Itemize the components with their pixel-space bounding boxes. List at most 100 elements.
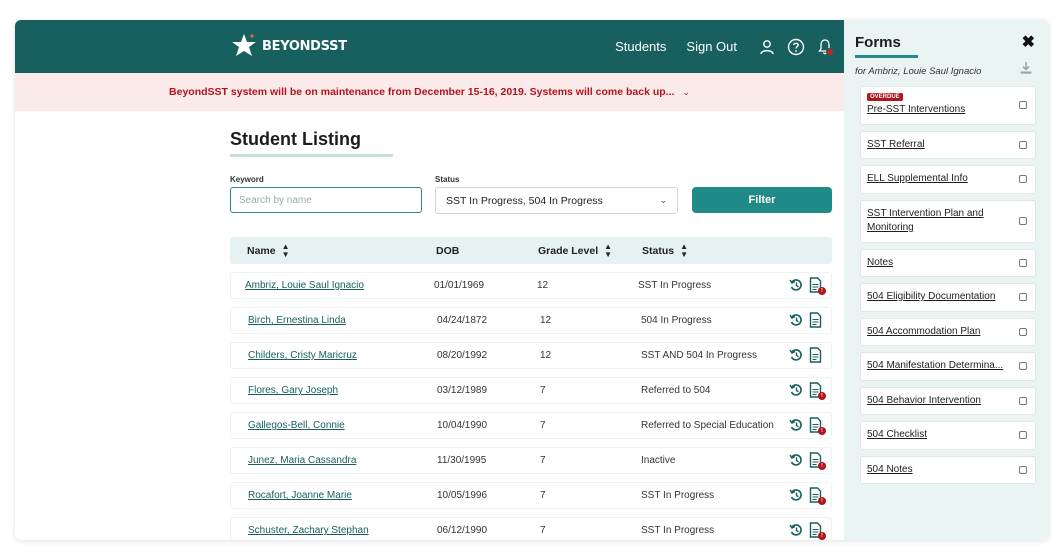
bell-icon[interactable] — [815, 37, 835, 57]
form-item[interactable]: SST Referral — [860, 130, 1036, 159]
status-cell: Inactive — [641, 455, 676, 466]
column-header-grade[interactable]: Grade Level ▲ ▼ — [538, 237, 612, 264]
table-row: Gallegos-Bell, Connie 10/04/1990 7 Referred… — [230, 412, 832, 439]
row-actions: ! — [789, 382, 826, 400]
sort-icon[interactable]: ▲ ▼ — [680, 242, 688, 259]
document-icon[interactable]: ! — [809, 487, 826, 505]
grade-cell: 12 — [537, 280, 549, 291]
sort-icon[interactable]: ▲ ▼ — [604, 242, 612, 259]
document-alert-badge: ! — [818, 462, 826, 470]
history-icon[interactable] — [789, 347, 803, 363]
grade-cell: 12 — [540, 315, 552, 326]
document-icon[interactable]: ! — [809, 277, 826, 295]
student-name-link[interactable]: Junez, Maria Cassandra — [248, 455, 356, 466]
history-icon[interactable] — [789, 487, 803, 503]
form-item[interactable]: 504 Manifestation Determina... — [860, 352, 1036, 381]
form-item[interactable]: ELL Supplemental Info — [860, 165, 1036, 194]
form-item[interactable]: 504 Notes — [860, 455, 1036, 484]
user-icon[interactable] — [757, 37, 777, 57]
form-checkbox[interactable] — [1019, 396, 1027, 405]
document-icon[interactable] — [809, 347, 823, 363]
status-select[interactable]: SST In Progress, 504 In Progress ⌄ — [435, 187, 678, 214]
form-link[interactable]: SST Intervention Plan and Monitoring — [867, 207, 1011, 236]
form-link[interactable]: Notes — [867, 256, 1011, 271]
form-link[interactable]: 504 Eligibility Documentation — [867, 290, 1011, 305]
grade-cell: 7 — [540, 385, 546, 396]
history-icon[interactable] — [789, 312, 803, 328]
history-icon[interactable] — [789, 522, 803, 538]
form-checkbox[interactable] — [1019, 431, 1027, 440]
document-icon[interactable]: ! — [809, 417, 826, 435]
student-name-link[interactable]: Gallegos-Bell, Connie — [248, 420, 345, 431]
grade-cell: 7 — [540, 525, 546, 536]
form-item[interactable]: 504 Behavior Intervention — [860, 386, 1036, 415]
keyword-label: Keyword — [230, 175, 264, 184]
student-name-cell: Childers, Cristy Maricruz — [248, 343, 357, 368]
close-icon[interactable]: ✖ — [1022, 32, 1035, 52]
student-name-cell: Rocafort, Joanne Marie — [248, 483, 352, 508]
help-icon[interactable] — [786, 37, 806, 57]
grade-cell: 12 — [540, 350, 552, 361]
nav-students-link[interactable]: Students — [615, 39, 666, 54]
form-checkbox[interactable] — [1019, 175, 1027, 184]
history-icon[interactable] — [789, 277, 803, 293]
chevron-down-icon[interactable]: ⌄ — [682, 87, 690, 98]
form-item[interactable]: SST Intervention Plan and Monitoring — [860, 199, 1036, 243]
student-name-link[interactable]: Flores, Gary Joseph — [248, 385, 338, 396]
grade-cell: 7 — [540, 490, 546, 501]
form-link[interactable]: Pre-SST Interventions — [867, 103, 1011, 118]
column-header-dob: DOB — [436, 244, 460, 257]
form-checkbox[interactable] — [1019, 140, 1027, 149]
document-icon[interactable]: ! — [809, 452, 826, 470]
filter-button[interactable]: Filter — [692, 187, 832, 213]
status-cell: SST In Progress — [641, 490, 715, 501]
history-icon[interactable] — [789, 452, 803, 468]
column-header-name[interactable]: Name ▲ ▼ — [247, 237, 290, 264]
student-name-link[interactable]: Ambriz, Louie Saul Ignacio — [245, 280, 364, 291]
form-item[interactable]: 504 Eligibility Documentation — [860, 283, 1036, 312]
form-item[interactable]: OVERDUE Pre-SST Interventions — [860, 86, 1036, 125]
nav-sign-out-link[interactable]: Sign Out — [686, 39, 737, 54]
form-checkbox[interactable] — [1019, 101, 1027, 110]
download-icon[interactable] — [1019, 61, 1033, 75]
form-item[interactable]: 504 Checklist — [860, 421, 1036, 450]
title-underline — [230, 154, 393, 157]
form-checkbox[interactable] — [1019, 258, 1027, 267]
form-link[interactable]: 504 Notes — [867, 463, 1011, 478]
form-item[interactable]: 504 Accommodation Plan — [860, 317, 1036, 346]
history-icon[interactable] — [789, 417, 803, 433]
form-link[interactable]: 504 Manifestation Determina... — [867, 359, 1011, 374]
form-item[interactable]: Notes — [860, 248, 1036, 277]
form-checkbox[interactable] — [1019, 362, 1027, 371]
student-name-link[interactable]: Schuster, Zachary Stephan — [248, 525, 369, 536]
student-name-cell: Ambriz, Louie Saul Ignacio — [245, 273, 364, 298]
row-actions — [789, 347, 823, 363]
form-link[interactable]: 504 Accommodation Plan — [867, 325, 1011, 340]
document-icon[interactable] — [809, 312, 823, 328]
form-checkbox[interactable] — [1019, 217, 1027, 225]
history-icon[interactable] — [789, 382, 803, 398]
sort-icon[interactable]: ▲ ▼ — [282, 242, 290, 259]
chevron-down-icon: ⌄ — [659, 195, 667, 205]
panel-subtitle: for Ambriz, Louie Saul Ignacio — [855, 66, 982, 77]
student-name-cell: Birch, Ernestina Linda — [248, 308, 346, 333]
student-name-link[interactable]: Childers, Cristy Maricruz — [248, 350, 357, 361]
document-icon[interactable]: ! — [809, 382, 826, 400]
student-name-link[interactable]: Birch, Ernestina Linda — [248, 315, 346, 326]
document-icon[interactable]: ! — [809, 522, 826, 540]
search-input[interactable] — [230, 187, 422, 213]
form-checkbox[interactable] — [1019, 465, 1027, 474]
column-header-status[interactable]: Status ▲ ▼ — [642, 237, 688, 264]
form-link[interactable]: 504 Checklist — [867, 428, 1011, 443]
table-row: Schuster, Zachary Stephan 06/12/1990 7 SST … — [230, 517, 832, 540]
form-link[interactable]: 504 Behavior Intervention — [867, 394, 1011, 409]
form-checkbox[interactable] — [1019, 293, 1027, 302]
form-link[interactable]: SST Referral — [867, 138, 1011, 153]
student-name-link[interactable]: Rocafort, Joanne Marie — [248, 490, 352, 501]
row-actions — [789, 312, 823, 328]
form-link[interactable]: ELL Supplemental Info — [867, 172, 1011, 187]
form-checkbox[interactable] — [1019, 327, 1027, 336]
top-nav: Students Sign Out — [615, 20, 844, 73]
maintenance-banner[interactable]: BeyondSST system will be on maintenance … — [15, 73, 844, 111]
logo[interactable]: BEYONDSST — [230, 31, 347, 61]
